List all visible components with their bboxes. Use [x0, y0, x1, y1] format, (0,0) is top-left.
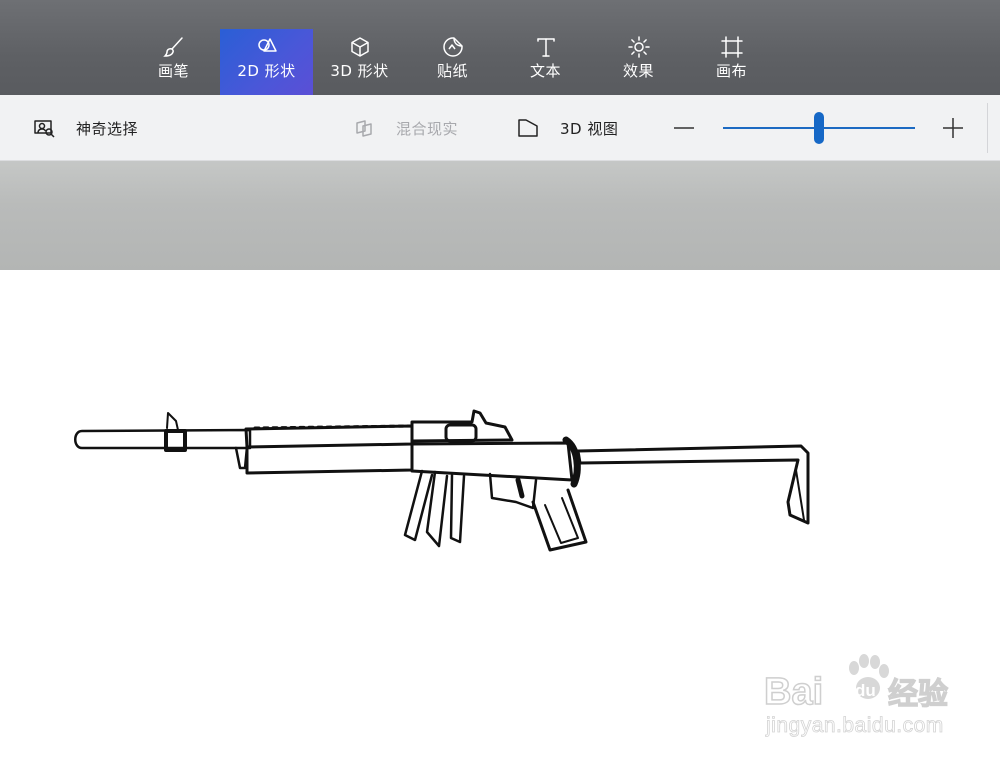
- canvas-crop-icon: [720, 36, 743, 58]
- tool-effects[interactable]: 效果: [592, 29, 685, 95]
- watermark-brand: Bai: [764, 671, 823, 713]
- shapes-2d-icon: [257, 38, 277, 52]
- cube-icon: [350, 37, 369, 57]
- tool-label: 2D 形状: [237, 62, 296, 80]
- tool-label: 贴纸: [436, 62, 468, 80]
- plus-icon: [943, 118, 963, 138]
- text-icon: [536, 38, 555, 57]
- mixed-reality-button[interactable]: 混合现实: [352, 95, 458, 161]
- tool-2d-shapes[interactable]: 2D 形状: [220, 29, 313, 95]
- brush-icon: [162, 37, 183, 57]
- minus-icon: [674, 127, 694, 129]
- tool-label: 3D 形状: [330, 62, 389, 80]
- view-3d-label: 3D 视图: [560, 119, 619, 138]
- view-3d-button[interactable]: 3D 视图: [516, 95, 618, 161]
- zoom-in-button[interactable]: [941, 95, 965, 161]
- zoom-slider[interactable]: [723, 95, 915, 161]
- tool-label: 效果: [622, 62, 654, 80]
- workspace-background: [0, 161, 1000, 270]
- tool-3d-shapes[interactable]: 3D 形状: [313, 29, 406, 95]
- top-toolbar: 画笔 2D 形状 3D 形状 贴纸 文本 效果 画布: [0, 0, 1000, 95]
- magic-select-label: 神奇选择: [76, 119, 139, 138]
- magic-select-icon: [34, 120, 55, 138]
- mixed-reality-icon: [356, 120, 372, 137]
- zoom-out-button[interactable]: [672, 95, 696, 161]
- tool-stickers[interactable]: 贴纸: [406, 29, 499, 95]
- tool-text[interactable]: 文本: [499, 29, 592, 95]
- watermark-brand-cn: 经验: [888, 677, 948, 712]
- command-bar: 神奇选择 混合现实 3D 视图: [0, 95, 1000, 161]
- effects-sun-icon: [627, 36, 650, 58]
- tool-label: 文本: [529, 62, 561, 80]
- bar-divider: [987, 103, 988, 153]
- tool-label: 画布: [715, 62, 747, 80]
- zoom-slider-thumb[interactable]: [814, 112, 824, 144]
- magic-select-button[interactable]: 神奇选择: [32, 95, 138, 161]
- tool-label: 画笔: [157, 62, 189, 80]
- watermark-url: jingyan.baidu.com: [765, 714, 944, 737]
- watermark-brand-du: du: [855, 681, 876, 700]
- view-3d-icon: [518, 119, 538, 137]
- sticker-icon: [442, 37, 463, 57]
- tool-canvas[interactable]: 画布: [685, 29, 778, 95]
- mixed-reality-label: 混合现实: [396, 119, 459, 138]
- baidu-watermark: Bai du 经验 jingyan.baidu.com: [763, 654, 949, 737]
- tool-brush[interactable]: 画笔: [127, 29, 220, 95]
